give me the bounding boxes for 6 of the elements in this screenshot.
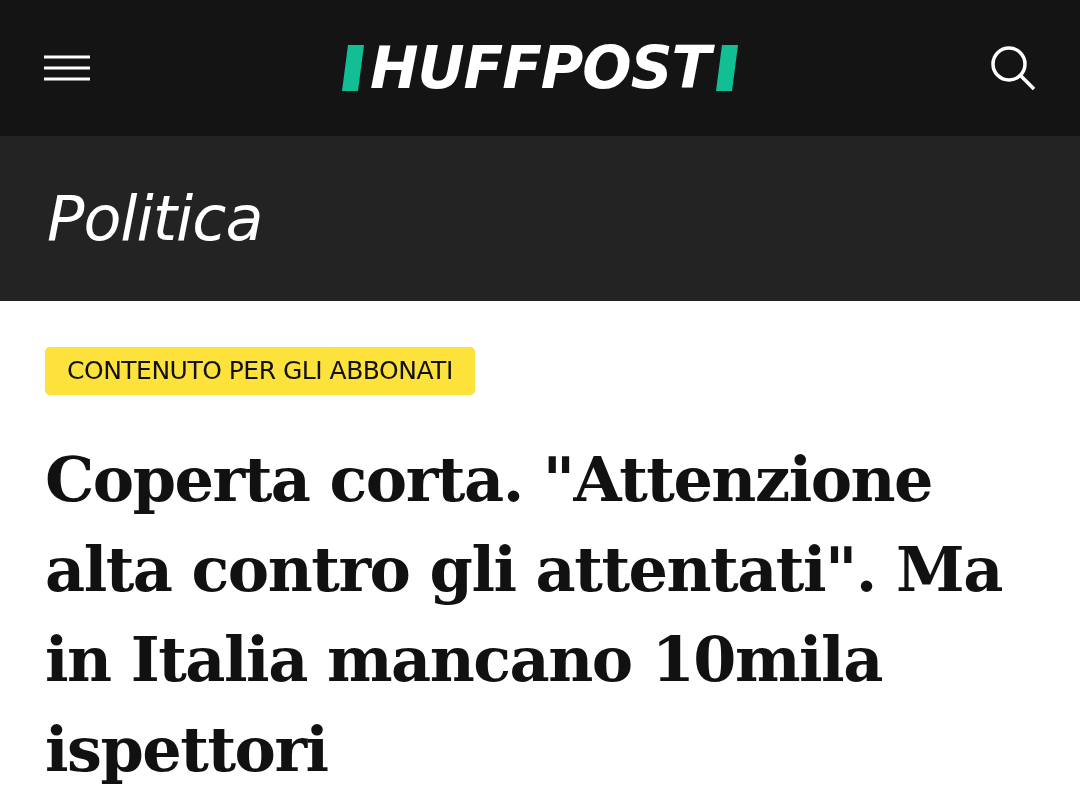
menu-icon[interactable] <box>44 55 90 81</box>
logo[interactable]: HUFFPOST <box>342 39 738 97</box>
search-icon[interactable] <box>990 45 1036 91</box>
subscriber-badge: CONTENUTO PER GLI ABBONATI <box>45 347 475 395</box>
article-headline: Coperta corta. "Attenzione alta contro gli attentati". Ma in Italia mancano 10mila ispettori <box>45 442 1003 788</box>
section-title: Politica <box>47 182 263 255</box>
